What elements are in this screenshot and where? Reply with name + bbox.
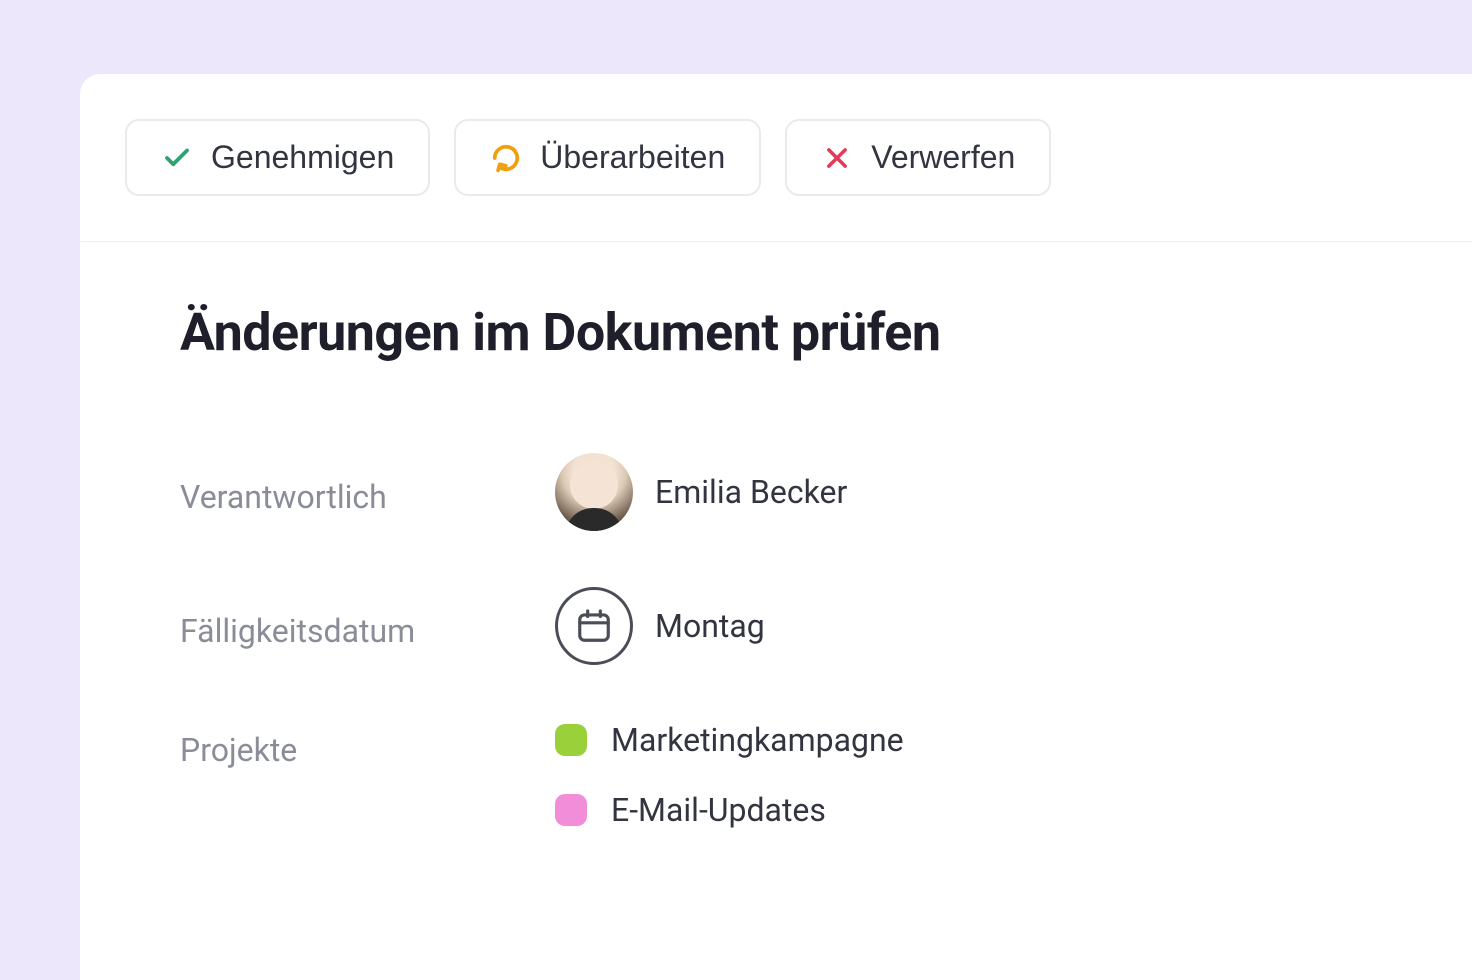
project-name: E-Mail-Updates [611, 791, 826, 829]
project-name: Marketingkampagne [611, 721, 904, 759]
assignee-value[interactable]: Emilia Becker [555, 453, 847, 531]
approve-button[interactable]: Genehmigen [125, 119, 430, 196]
assignee-field: Verantwortlich Emilia Becker [180, 453, 1472, 531]
approve-label: Genehmigen [211, 139, 394, 176]
project-item[interactable]: E-Mail-Updates [555, 791, 904, 829]
revise-icon [490, 142, 522, 174]
task-content: Änderungen im Dokument prüfen Verantwort… [80, 242, 1472, 829]
discard-button[interactable]: Verwerfen [785, 119, 1051, 196]
action-toolbar: Genehmigen Überarbeiten Verwerfen [80, 74, 1472, 242]
due-date-value[interactable]: Montag [555, 587, 765, 665]
revise-label: Überarbeiten [540, 139, 725, 176]
check-icon [161, 142, 193, 174]
task-card: Genehmigen Überarbeiten Verwerfen [80, 74, 1472, 980]
projects-field: Projekte Marketingkampagne E-Mail-Update… [180, 721, 1472, 829]
project-color-tag [555, 794, 587, 826]
discard-label: Verwerfen [871, 139, 1015, 176]
calendar-icon [555, 587, 633, 665]
avatar [555, 453, 633, 531]
revise-button[interactable]: Überarbeiten [454, 119, 761, 196]
task-title: Änderungen im Dokument prüfen [180, 302, 1472, 363]
close-icon [821, 142, 853, 174]
due-date-label: Fälligkeitsdatum [180, 602, 555, 650]
project-color-tag [555, 724, 587, 756]
assignee-name: Emilia Becker [655, 473, 847, 511]
due-date-field: Fälligkeitsdatum Montag [180, 587, 1472, 665]
project-item[interactable]: Marketingkampagne [555, 721, 904, 759]
assignee-label: Verantwortlich [180, 468, 555, 516]
due-date-text: Montag [655, 607, 765, 645]
projects-label: Projekte [180, 721, 555, 769]
project-list: Marketingkampagne E-Mail-Updates [555, 721, 904, 829]
